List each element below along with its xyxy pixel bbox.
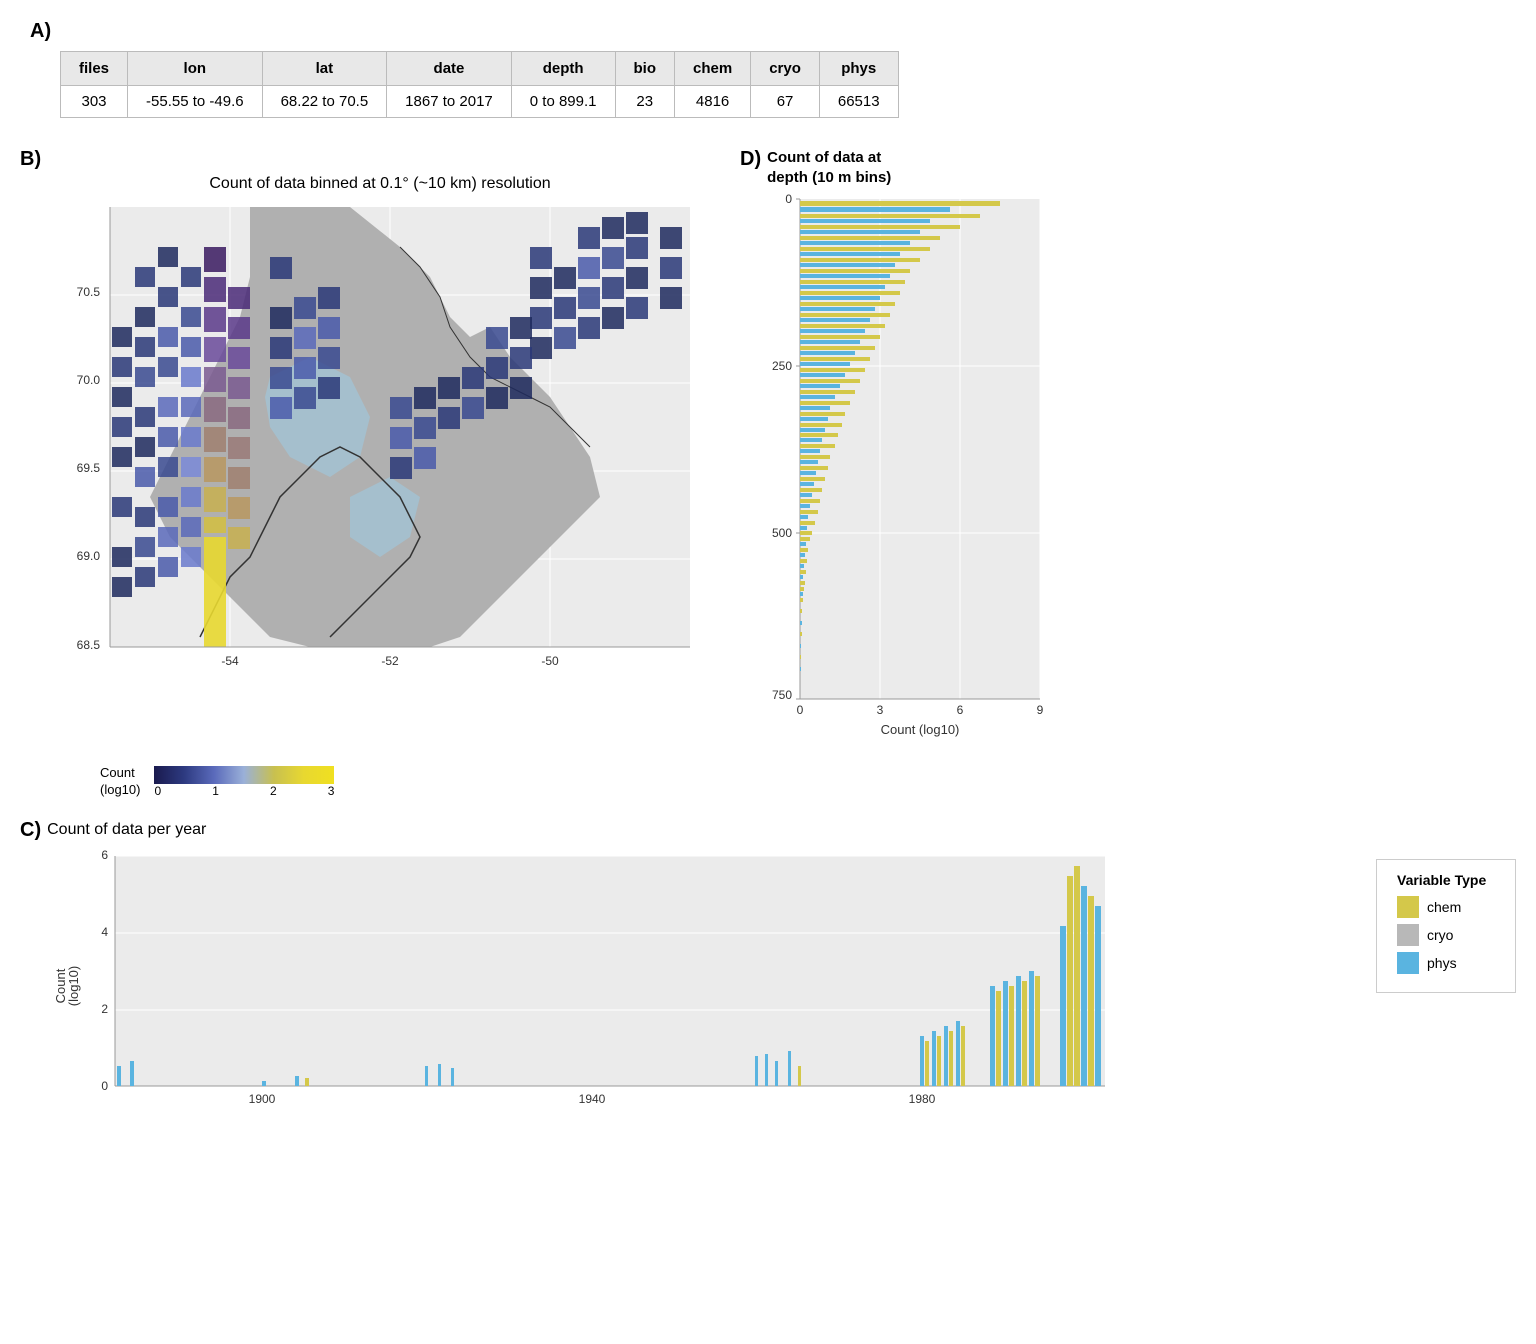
row-bd: B) Count of data binned at 0.1° (~10 km)… xyxy=(20,148,1516,799)
section-c-header: C) Count of data per year xyxy=(20,819,1346,842)
legend-item-phys: phys xyxy=(1397,952,1495,974)
depth-chart-svg: 0 250 500 750 0 3 6 9 Count (log10) xyxy=(740,189,1060,749)
svg-text:70.5: 70.5 xyxy=(77,285,101,299)
section-b-header: B) xyxy=(20,148,47,171)
year-chart-container: 0 2 4 6 Count (log10) 1900 1940 1980 xyxy=(50,846,1130,1106)
table-header-date: date xyxy=(387,52,512,86)
svg-text:(log10): (log10) xyxy=(66,966,81,1006)
depth-chart-container: 0 250 500 750 0 3 6 9 Count (log10) xyxy=(740,189,1060,749)
section-d-header: D) Count of data atdepth (10 m bins) xyxy=(740,148,1060,187)
section-a: A) fileslonlatdatedepthbiochemcryophys 3… xyxy=(20,20,1516,118)
legend-item-chem: chem xyxy=(1397,896,1495,918)
svg-text:-52: -52 xyxy=(381,654,399,668)
svg-text:-50: -50 xyxy=(541,654,559,668)
chem-color-box xyxy=(1397,896,1419,918)
svg-text:0: 0 xyxy=(101,1079,108,1093)
legend-item-cryo: cryo xyxy=(1397,924,1495,946)
table-header-files: files xyxy=(61,52,128,86)
map-title: Count of data binned at 0.1° (~10 km) re… xyxy=(50,175,710,193)
phys-label: phys xyxy=(1427,955,1457,971)
svg-text:4: 4 xyxy=(101,925,108,939)
table-cell-chem: 4816 xyxy=(675,86,751,118)
svg-text:0: 0 xyxy=(797,703,804,717)
table-header-lon: lon xyxy=(128,52,263,86)
phys-color-box xyxy=(1397,952,1419,974)
svg-text:9: 9 xyxy=(1037,703,1044,717)
table-cell-files: 303 xyxy=(61,86,128,118)
svg-text:Count (log10): Count (log10) xyxy=(881,722,960,737)
table-header-chem: chem xyxy=(675,52,751,86)
svg-text:500: 500 xyxy=(772,526,792,540)
table-header-bio: bio xyxy=(615,52,675,86)
legend-gradient xyxy=(154,766,334,784)
svg-text:0: 0 xyxy=(785,192,792,206)
svg-text:68.5: 68.5 xyxy=(77,638,101,652)
map-legend-title: Count(log10) xyxy=(100,765,140,799)
cryo-label: cryo xyxy=(1427,927,1453,943)
map-container: 68.5 69.0 69.5 70.0 70.5 -54 -52 -50 xyxy=(50,197,710,757)
section-d: D) Count of data atdepth (10 m bins) xyxy=(740,148,1060,749)
section-d-label: D) xyxy=(740,148,761,171)
svg-text:69.0: 69.0 xyxy=(77,549,101,563)
chem-label: chem xyxy=(1427,899,1461,915)
cryo-color-box xyxy=(1397,924,1419,946)
section-d-title: Count of data atdepth (10 m bins) xyxy=(767,148,891,187)
main-content: B) Count of data binned at 0.1° (~10 km)… xyxy=(20,148,1516,1106)
svg-text:6: 6 xyxy=(957,703,964,717)
map-svg: 68.5 69.0 69.5 70.0 70.5 -54 -52 -50 xyxy=(50,197,710,677)
svg-text:3: 3 xyxy=(877,703,884,717)
svg-text:1940: 1940 xyxy=(579,1092,606,1106)
svg-text:2: 2 xyxy=(101,1002,108,1016)
table-header-cryo: cryo xyxy=(751,52,820,86)
table-cell-cryo: 67 xyxy=(751,86,820,118)
svg-text:70.0: 70.0 xyxy=(77,373,101,387)
table-cell-lat: 68.22 to 70.5 xyxy=(262,86,387,118)
table-cell-depth: 0 to 899.1 xyxy=(511,86,615,118)
table-cell-bio: 23 xyxy=(615,86,675,118)
section-c-title: Count of data per year xyxy=(47,821,206,839)
table-header-lat: lat xyxy=(262,52,387,86)
svg-text:1900: 1900 xyxy=(249,1092,276,1106)
svg-text:750: 750 xyxy=(772,688,792,702)
legend-ticks: 0 1 2 3 xyxy=(154,784,334,798)
svg-text:69.5: 69.5 xyxy=(77,461,101,475)
section-b-label: B) xyxy=(20,148,41,171)
table-header-phys: phys xyxy=(819,52,898,86)
svg-text:250: 250 xyxy=(772,359,792,373)
legend-title: Variable Type xyxy=(1397,872,1495,888)
variable-type-legend: Variable Type chem cryo phys xyxy=(1376,859,1516,993)
row-c-legend: C) Count of data per year xyxy=(20,819,1516,1106)
table-cell-date: 1867 to 2017 xyxy=(387,86,512,118)
section-c-label: C) xyxy=(20,819,41,842)
summary-table: fileslonlatdatedepthbiochemcryophys 303-… xyxy=(60,51,899,118)
year-chart-svg: 0 2 4 6 Count (log10) 1900 1940 1980 xyxy=(50,846,1130,1126)
map-color-legend: Count(log10) 0 1 2 3 xyxy=(100,765,334,799)
table-data-row: 303-55.55 to -49.668.22 to 70.51867 to 2… xyxy=(61,86,899,118)
svg-text:1980: 1980 xyxy=(909,1092,936,1106)
table-cell-phys: 66513 xyxy=(819,86,898,118)
table-header-depth: depth xyxy=(511,52,615,86)
section-c: C) Count of data per year xyxy=(20,819,1346,1106)
table-header-row: fileslonlatdatedepthbiochemcryophys xyxy=(61,52,899,86)
section-a-label: A) xyxy=(30,20,51,43)
svg-text:-54: -54 xyxy=(221,654,239,668)
svg-text:6: 6 xyxy=(101,848,108,862)
table-cell-lon: -55.55 to -49.6 xyxy=(128,86,263,118)
section-b: B) Count of data binned at 0.1° (~10 km)… xyxy=(20,148,710,799)
